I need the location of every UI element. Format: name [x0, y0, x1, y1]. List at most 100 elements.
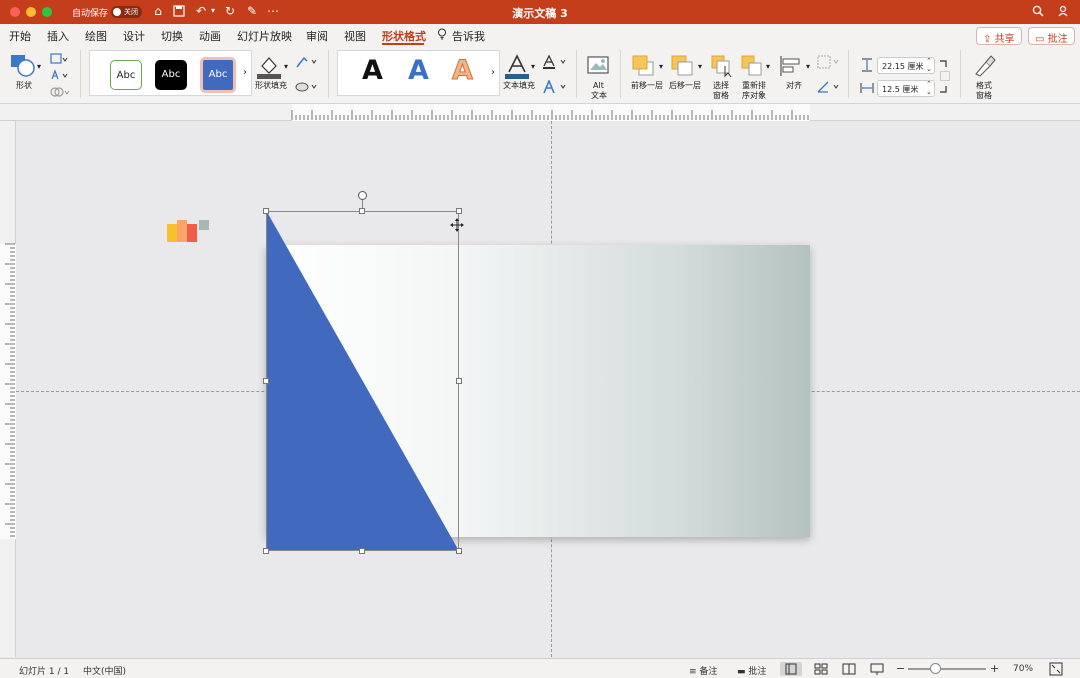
- merge-shapes-icon[interactable]: [50, 86, 72, 98]
- shapes-dropdown-icon[interactable]: ▾: [37, 62, 41, 72]
- color-swatch-image[interactable]: [167, 220, 211, 242]
- comment-icon: ▬: [737, 667, 749, 677]
- wordart-style-blue[interactable]: A: [408, 55, 429, 86]
- tab-draw[interactable]: 绘图: [85, 28, 107, 44]
- bring-forward-dropdown-icon[interactable]: ▾: [659, 62, 663, 72]
- shape-fill-icon[interactable]: [256, 54, 282, 80]
- slideshow-view-button[interactable]: [869, 662, 885, 676]
- resize-handle-n[interactable]: [359, 208, 365, 214]
- wordart-style-orange[interactable]: A: [452, 55, 474, 87]
- tab-view[interactable]: 视图: [344, 28, 366, 44]
- ribbon-separator: [80, 50, 81, 98]
- text-fill-dropdown-icon[interactable]: ▾: [531, 62, 535, 72]
- selection-pane-icon[interactable]: [710, 54, 736, 78]
- wordart-scroll-right-icon[interactable]: ›: [491, 68, 495, 78]
- account-icon[interactable]: [1056, 3, 1072, 19]
- notes-icon: ≡: [689, 667, 700, 677]
- shape-fill-label: 形状填充: [255, 81, 287, 90]
- format-pane-label-2: 窗格: [976, 91, 992, 100]
- zoom-slider[interactable]: [908, 663, 986, 674]
- vertical-ruler: [0, 121, 16, 657]
- size-launcher-icon-2[interactable]: [938, 84, 948, 94]
- alt-text-label: Alt: [593, 81, 604, 90]
- tab-home[interactable]: 开始: [9, 28, 31, 44]
- shape-style-black[interactable]: Abc: [155, 60, 187, 90]
- tab-review[interactable]: 审阅: [306, 28, 328, 44]
- rotate-icon[interactable]: [816, 80, 842, 94]
- align-dropdown-icon[interactable]: ▾: [806, 62, 810, 72]
- resize-handle-nw[interactable]: [263, 208, 269, 214]
- format-pane-icon[interactable]: [972, 54, 998, 78]
- share-button[interactable]: ⇪ 共享: [976, 27, 1022, 45]
- resize-handle-e[interactable]: [456, 378, 462, 384]
- zoom-slider-thumb[interactable]: [930, 663, 941, 674]
- reorder-objects-icon[interactable]: [740, 54, 768, 78]
- height-stepper-icon[interactable]: ⌃ ⌄: [926, 57, 932, 73]
- language-indicator[interactable]: 中文(中国): [83, 664, 126, 677]
- shape-style-white[interactable]: Abc: [110, 60, 142, 90]
- text-effects-icon[interactable]: [542, 78, 570, 94]
- text-outline-icon[interactable]: [542, 54, 570, 69]
- resize-handle-sw[interactable]: [263, 548, 269, 554]
- lock-aspect-icon[interactable]: [940, 71, 950, 81]
- group-objects-icon[interactable]: [816, 55, 842, 69]
- shape-style-blue[interactable]: Abc: [200, 57, 236, 93]
- selection-pane-label-2: 窗格: [713, 91, 729, 100]
- status-comments-label: 批注: [748, 667, 767, 677]
- bring-forward-label: 前移一层: [631, 81, 663, 90]
- fit-to-window-button[interactable]: [1049, 662, 1063, 676]
- notes-button[interactable]: ≡ 备注: [689, 664, 717, 677]
- share-label: 共享: [994, 34, 1015, 45]
- shape-fill-dropdown-icon[interactable]: ▾: [284, 62, 288, 72]
- width-stepper-icon[interactable]: ⌃ ⌄: [926, 80, 932, 96]
- status-comments-button[interactable]: ▬ 批注: [737, 664, 766, 677]
- size-launcher-icon[interactable]: [938, 59, 948, 69]
- text-fill-icon[interactable]: [504, 54, 530, 80]
- slide-canvas[interactable]: [16, 121, 1080, 657]
- tab-insert[interactable]: 插入: [47, 28, 69, 44]
- rotation-handle[interactable]: [358, 191, 367, 200]
- active-tab-indicator: [382, 43, 424, 45]
- comments-button[interactable]: ▭ 批注: [1028, 27, 1075, 45]
- wordart-style-black[interactable]: A: [362, 55, 383, 86]
- selection-pane-label: 选择: [713, 81, 729, 90]
- resize-handle-ne[interactable]: [456, 208, 462, 214]
- ribbon-separator: [960, 50, 961, 98]
- tell-me-search[interactable]: 告诉我: [452, 28, 485, 44]
- status-bar: 幻灯片 1 / 1 中文(中国) ≡ 备注 ▬ 批注 − + 70%: [0, 658, 1080, 678]
- move-cursor-icon: [450, 218, 464, 232]
- slide-sorter-view-button[interactable]: [813, 662, 829, 676]
- resize-handle-w[interactable]: [263, 378, 269, 384]
- zoom-in-button[interactable]: +: [990, 662, 999, 675]
- alt-text-icon[interactable]: [587, 54, 611, 78]
- resize-handle-s[interactable]: [359, 548, 365, 554]
- normal-view-button[interactable]: [780, 662, 802, 676]
- selection-frame: [266, 211, 459, 551]
- bring-forward-icon[interactable]: [631, 54, 659, 78]
- resize-handle-se[interactable]: [456, 548, 462, 554]
- shapes-icon[interactable]: [10, 54, 36, 78]
- reorder-dropdown-icon[interactable]: ▾: [766, 62, 770, 72]
- slide-indicator: 幻灯片 1 / 1: [19, 667, 70, 677]
- shape-effects-icon[interactable]: [295, 80, 321, 94]
- comment-icon: ▭: [1035, 34, 1048, 45]
- tab-transitions[interactable]: 切换: [161, 28, 183, 44]
- gallery-scroll-right-icon[interactable]: ›: [243, 68, 247, 78]
- shape-outline-icon[interactable]: [295, 55, 321, 69]
- tab-slideshow[interactable]: 幻灯片放映: [237, 28, 292, 44]
- tab-shape-format[interactable]: 形状格式: [382, 28, 426, 44]
- text-box-icon[interactable]: [50, 69, 72, 81]
- tab-animations[interactable]: 动画: [199, 28, 221, 44]
- zoom-out-button[interactable]: −: [896, 662, 905, 675]
- search-icon[interactable]: [1030, 3, 1046, 19]
- edit-shape-icon[interactable]: [50, 53, 72, 65]
- send-backward-label: 后移一层: [669, 81, 701, 90]
- share-icon: ⇪: [983, 34, 995, 45]
- tab-design[interactable]: 设计: [123, 28, 145, 44]
- lightbulb-icon: [437, 28, 447, 43]
- reading-view-button[interactable]: [841, 662, 857, 676]
- zoom-level[interactable]: 70%: [1013, 664, 1033, 674]
- send-backward-dropdown-icon[interactable]: ▾: [698, 62, 702, 72]
- align-icon[interactable]: [778, 54, 806, 78]
- send-backward-icon[interactable]: [670, 54, 698, 78]
